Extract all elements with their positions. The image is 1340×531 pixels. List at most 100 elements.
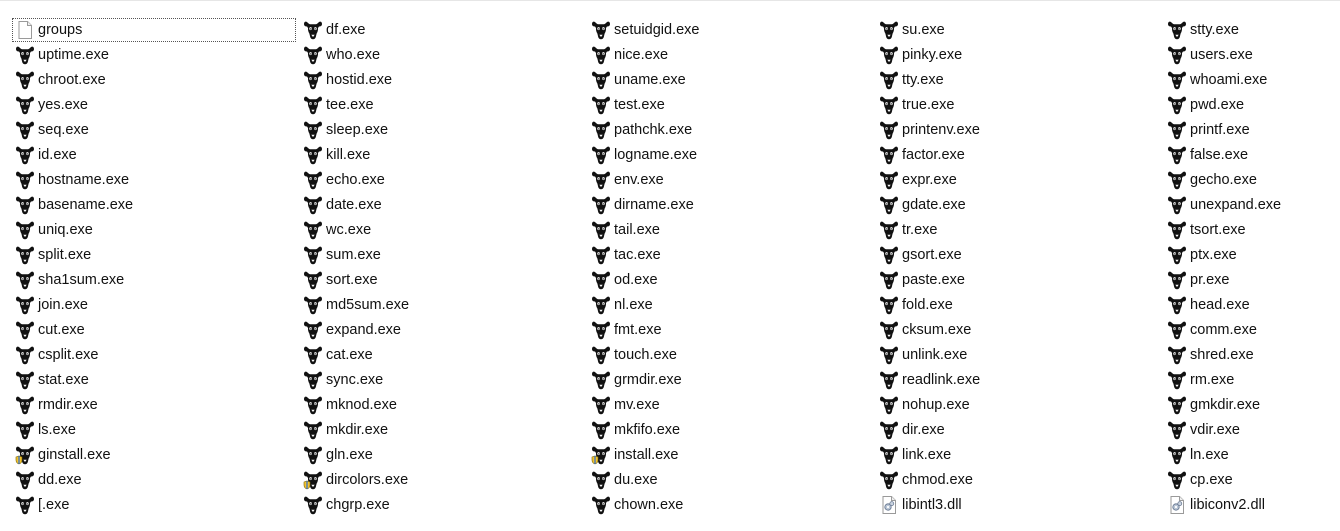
file-item[interactable]: tail.exe (588, 218, 660, 242)
file-item[interactable]: mknod.exe (300, 393, 397, 417)
file-item[interactable]: comm.exe (1164, 318, 1257, 342)
file-item[interactable]: tsort.exe (1164, 218, 1246, 242)
file-item[interactable]: logname.exe (588, 143, 697, 167)
file-item[interactable]: sort.exe (300, 268, 378, 292)
file-item[interactable]: su.exe (876, 18, 945, 42)
file-item[interactable]: cut.exe (12, 318, 85, 342)
file-item[interactable]: tr.exe (876, 218, 937, 242)
file-item[interactable]: stty.exe (1164, 18, 1239, 42)
file-item[interactable]: gmkdir.exe (1164, 393, 1260, 417)
file-item[interactable]: mkfifo.exe (588, 418, 680, 442)
file-item[interactable]: setuidgid.exe (588, 18, 699, 42)
file-item[interactable]: install.exe (588, 443, 678, 467)
file-item[interactable]: gln.exe (300, 443, 373, 467)
file-item[interactable]: groups (12, 18, 296, 42)
file-item[interactable]: false.exe (1164, 143, 1248, 167)
file-item[interactable]: hostid.exe (300, 68, 392, 92)
file-item[interactable]: expr.exe (876, 168, 957, 192)
file-item[interactable]: readlink.exe (876, 368, 980, 392)
file-item[interactable]: ln.exe (1164, 443, 1229, 467)
file-item[interactable]: expand.exe (300, 318, 401, 342)
file-item[interactable]: unlink.exe (876, 343, 967, 367)
file-item[interactable]: nl.exe (588, 293, 653, 317)
file-item[interactable]: chown.exe (588, 493, 683, 517)
file-item[interactable]: id.exe (12, 143, 77, 167)
file-item[interactable]: pinky.exe (876, 43, 962, 67)
file-item[interactable]: tee.exe (300, 93, 374, 117)
file-item[interactable]: sync.exe (300, 368, 383, 392)
file-item[interactable]: ls.exe (12, 418, 76, 442)
file-item[interactable]: sum.exe (300, 243, 381, 267)
file-item[interactable]: uniq.exe (12, 218, 93, 242)
file-item[interactable]: vdir.exe (1164, 418, 1240, 442)
file-item[interactable]: md5sum.exe (300, 293, 409, 317)
file-item[interactable]: libintl3.dll (876, 493, 962, 517)
file-item[interactable]: grmdir.exe (588, 368, 682, 392)
file-item[interactable]: tty.exe (876, 68, 944, 92)
file-item[interactable]: factor.exe (876, 143, 965, 167)
file-item[interactable]: ginstall.exe (12, 443, 111, 467)
file-item[interactable]: who.exe (300, 43, 380, 67)
file-item[interactable]: dir.exe (876, 418, 945, 442)
file-item[interactable]: split.exe (12, 243, 91, 267)
file-item[interactable]: rm.exe (1164, 368, 1234, 392)
file-item[interactable]: link.exe (876, 443, 951, 467)
file-item[interactable]: gdate.exe (876, 193, 966, 217)
file-item[interactable]: whoami.exe (1164, 68, 1267, 92)
file-item[interactable]: nohup.exe (876, 393, 970, 417)
file-item[interactable]: fmt.exe (588, 318, 662, 342)
file-item[interactable]: seq.exe (12, 118, 89, 142)
file-item[interactable]: rmdir.exe (12, 393, 98, 417)
file-item[interactable]: yes.exe (12, 93, 88, 117)
file-item[interactable]: cksum.exe (876, 318, 971, 342)
file-item[interactable]: cp.exe (1164, 468, 1233, 492)
file-item[interactable]: libiconv2.dll (1164, 493, 1265, 517)
file-item[interactable]: paste.exe (876, 268, 965, 292)
file-item[interactable]: hostname.exe (12, 168, 129, 192)
file-item[interactable]: unexpand.exe (1164, 193, 1281, 217)
file-item[interactable]: tac.exe (588, 243, 661, 267)
file-item[interactable]: users.exe (1164, 43, 1253, 67)
file-item[interactable]: du.exe (588, 468, 658, 492)
file-item[interactable]: uname.exe (588, 68, 686, 92)
file-item[interactable]: pwd.exe (1164, 93, 1244, 117)
file-item[interactable]: date.exe (300, 193, 382, 217)
file-item[interactable]: csplit.exe (12, 343, 98, 367)
file-item[interactable]: chgrp.exe (300, 493, 390, 517)
file-item[interactable]: od.exe (588, 268, 658, 292)
file-item[interactable]: test.exe (588, 93, 665, 117)
file-item[interactable]: gecho.exe (1164, 168, 1257, 192)
file-item[interactable]: ptx.exe (1164, 243, 1237, 267)
file-item[interactable]: wc.exe (300, 218, 371, 242)
file-item[interactable]: head.exe (1164, 293, 1250, 317)
file-item[interactable]: fold.exe (876, 293, 953, 317)
file-item[interactable]: kill.exe (300, 143, 370, 167)
file-item[interactable]: dd.exe (12, 468, 82, 492)
file-item[interactable]: df.exe (300, 18, 366, 42)
file-item[interactable]: mv.exe (588, 393, 660, 417)
file-item[interactable]: nice.exe (588, 43, 668, 67)
file-item[interactable]: join.exe (12, 293, 88, 317)
file-item[interactable]: chroot.exe (12, 68, 106, 92)
file-item[interactable]: mkdir.exe (300, 418, 388, 442)
file-item[interactable]: dircolors.exe (300, 468, 408, 492)
file-item[interactable]: sleep.exe (300, 118, 388, 142)
file-item[interactable]: true.exe (876, 93, 954, 117)
file-item[interactable]: pr.exe (1164, 268, 1230, 292)
file-item[interactable]: basename.exe (12, 193, 133, 217)
file-item[interactable]: chmod.exe (876, 468, 973, 492)
file-item[interactable]: echo.exe (300, 168, 385, 192)
file-item[interactable]: shred.exe (1164, 343, 1254, 367)
file-item[interactable]: touch.exe (588, 343, 677, 367)
file-item[interactable]: stat.exe (12, 368, 89, 392)
file-item[interactable]: sha1sum.exe (12, 268, 124, 292)
file-item[interactable]: gsort.exe (876, 243, 962, 267)
file-item[interactable]: dirname.exe (588, 193, 694, 217)
file-item[interactable]: uptime.exe (12, 43, 109, 67)
file-item[interactable]: printenv.exe (876, 118, 980, 142)
file-item[interactable]: pathchk.exe (588, 118, 692, 142)
file-item[interactable]: printf.exe (1164, 118, 1250, 142)
file-item[interactable]: cat.exe (300, 343, 373, 367)
file-item[interactable]: [.exe (12, 493, 69, 517)
file-item[interactable]: env.exe (588, 168, 664, 192)
